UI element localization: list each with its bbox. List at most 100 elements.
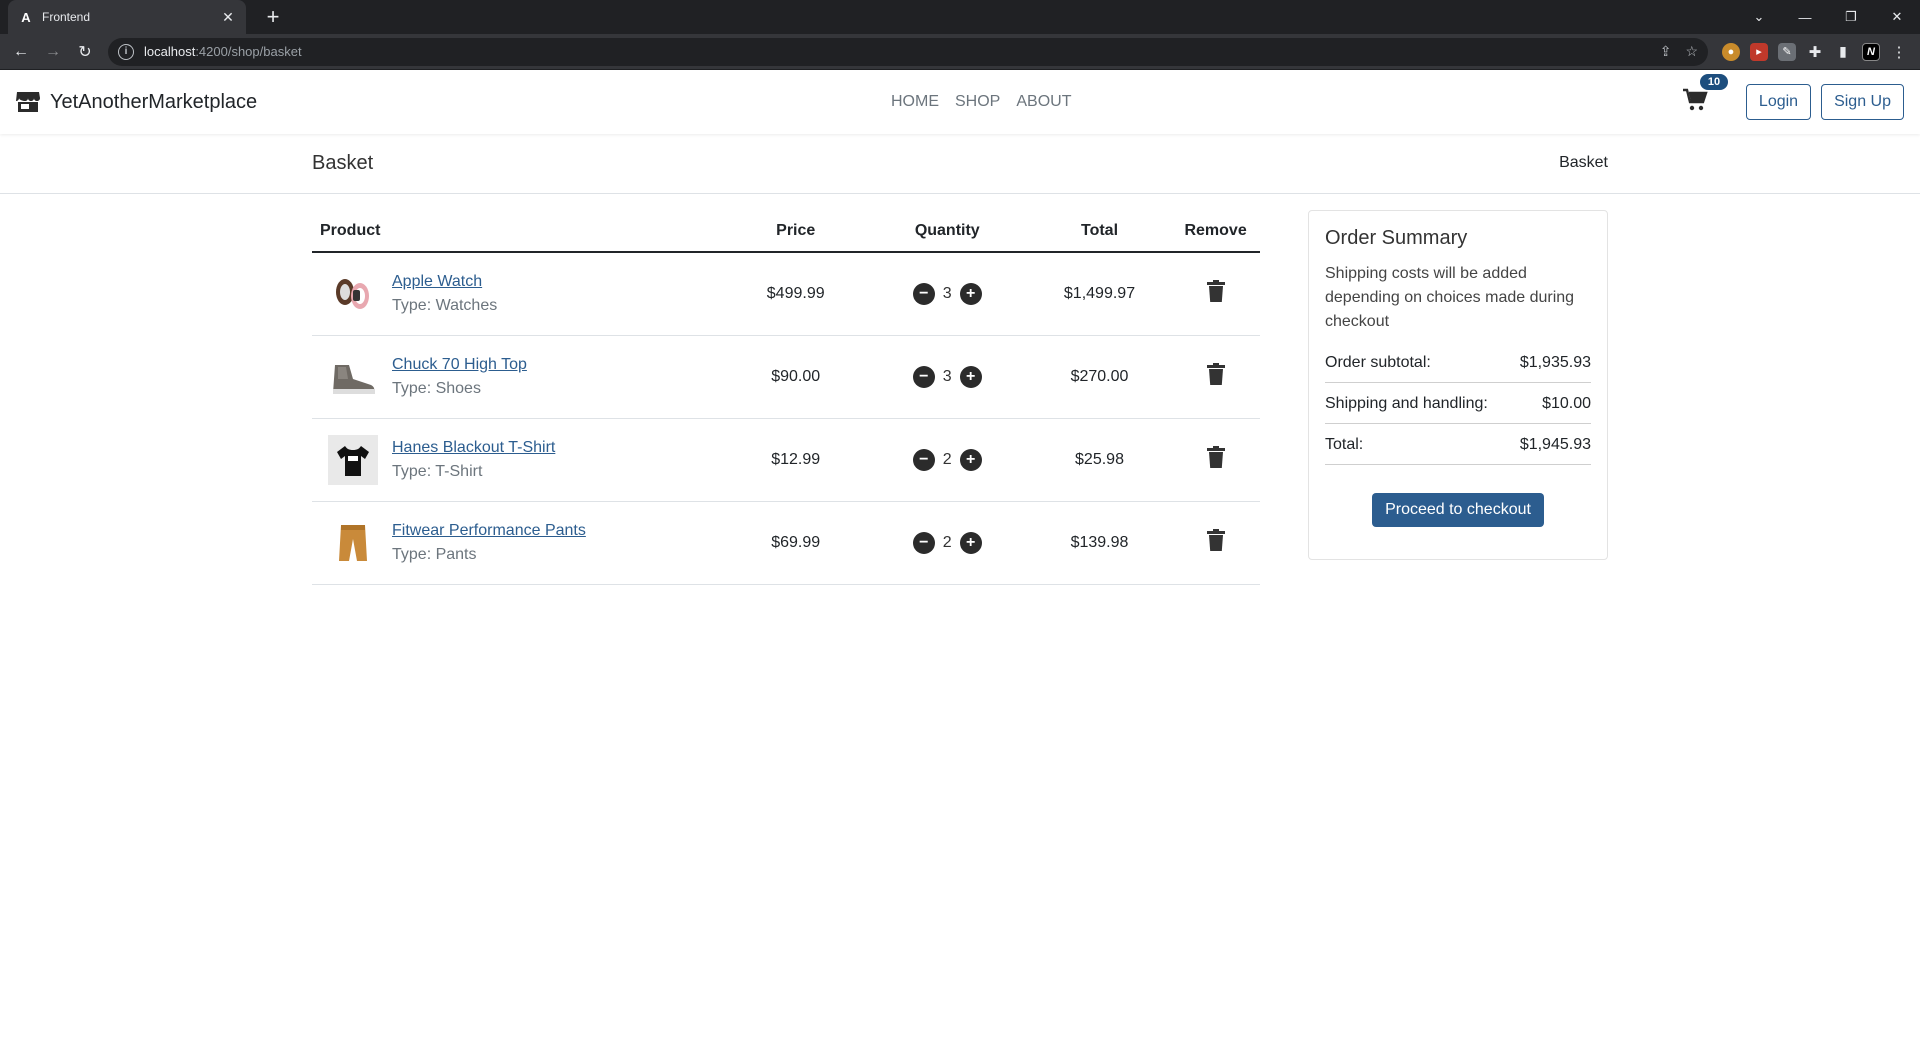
browser-tab[interactable]: A Frontend ✕ — [8, 0, 246, 34]
minimize-button[interactable]: — — [1782, 0, 1828, 34]
nav-shop[interactable]: SHOP — [955, 93, 1000, 111]
total-row: Total: $1,945.93 — [1325, 428, 1591, 465]
trash-icon[interactable] — [1206, 529, 1225, 556]
trash-icon[interactable] — [1206, 363, 1225, 390]
quantity-value: 3 — [942, 367, 952, 385]
back-button[interactable]: ← — [6, 37, 36, 67]
increase-quantity-button[interactable]: + — [959, 365, 982, 388]
store-icon — [16, 92, 40, 112]
browser-toolbar: ← → ↻ i localhost:4200/shop/basket ⇪ ☆ ●… — [0, 34, 1920, 70]
table-row: Fitwear Performance Pants Type: Pants $6… — [312, 501, 1260, 585]
page-header: Basket Basket — [0, 134, 1920, 194]
youtube-extension-icon[interactable]: ▸ — [1750, 42, 1768, 61]
tab-title: Frontend — [42, 10, 91, 24]
decrease-quantity-button[interactable]: − — [912, 365, 935, 388]
product-type: Type: Pants — [392, 545, 477, 563]
brand-link[interactable]: YetAnotherMarketplace — [16, 91, 257, 114]
subtotal-value: $1,935.93 — [1519, 354, 1591, 371]
main-nav: HOME SHOP ABOUT — [891, 70, 1071, 134]
cart-button[interactable]: 10 — [1682, 74, 1729, 116]
side-panel-icon[interactable]: ▮ — [1834, 43, 1852, 61]
close-tab-icon[interactable]: ✕ — [220, 9, 236, 26]
column-header-product: Product — [312, 210, 725, 253]
reload-button[interactable]: ↻ — [70, 37, 100, 67]
tab-search-icon[interactable]: ⌄ — [1736, 0, 1782, 34]
quantity-value: 2 — [942, 450, 952, 468]
extension-icon[interactable]: ✎ — [1778, 42, 1796, 61]
decrease-quantity-button[interactable]: − — [912, 531, 935, 554]
product-link[interactable]: Apple Watch — [392, 273, 497, 291]
signup-button[interactable]: Sign Up — [1821, 84, 1904, 120]
price-cell: $69.99 — [724, 501, 867, 585]
subtotal-row: Order subtotal: $1,935.93 — [1325, 346, 1591, 383]
puzzle-extensions-icon[interactable]: ✚ — [1806, 43, 1824, 61]
increase-quantity-button[interactable]: + — [959, 448, 982, 471]
decrease-quantity-button[interactable]: − — [912, 282, 935, 305]
nav-about[interactable]: ABOUT — [1016, 93, 1071, 111]
breadcrumb[interactable]: Basket — [1559, 154, 1608, 172]
increase-quantity-button[interactable]: + — [959, 531, 982, 554]
shipping-row: Shipping and handling: $10.00 — [1325, 387, 1591, 424]
shipping-value: $10.00 — [1542, 395, 1591, 412]
page-title: Basket — [312, 152, 374, 174]
site-info-icon[interactable]: i — [118, 43, 134, 60]
trash-icon[interactable] — [1206, 446, 1225, 473]
quantity-value: 3 — [942, 284, 952, 302]
total-cell: $1,499.97 — [1027, 252, 1172, 336]
navbar-actions: 10 Login Sign Up — [1682, 74, 1904, 120]
app-navbar: YetAnotherMarketplace HOME SHOP ABOUT 10… — [0, 70, 1920, 134]
cart-icon — [1682, 88, 1708, 111]
column-header-total: Total — [1027, 210, 1172, 253]
increase-quantity-button[interactable]: + — [959, 282, 982, 305]
quantity-stepper: − 3 + — [875, 282, 1020, 305]
proceed-to-checkout-button[interactable]: Proceed to checkout — [1372, 493, 1544, 527]
shoe-image — [328, 352, 378, 402]
url-host: localhost — [144, 44, 196, 59]
forward-button[interactable]: → — [38, 37, 68, 67]
window-controls: ⌄ — ❐ ✕ — [1736, 0, 1920, 34]
n-extension-icon[interactable]: N — [1862, 42, 1880, 61]
cart-count-badge: 10 — [1699, 74, 1729, 90]
product-type: Type: Watches — [392, 296, 498, 314]
total-value: $1,945.93 — [1519, 436, 1591, 453]
table-row: Hanes Blackout T-Shirt Type: T-Shirt $12… — [312, 418, 1260, 502]
close-window-button[interactable]: ✕ — [1874, 0, 1920, 34]
browser-menu-icon[interactable]: ⋮ — [1890, 43, 1908, 61]
brand-name: YetAnotherMarketplace — [50, 90, 258, 113]
quantity-stepper: − 2 + — [875, 531, 1020, 554]
product-link[interactable]: Fitwear Performance Pants — [392, 522, 586, 540]
new-tab-button[interactable]: + — [260, 4, 286, 30]
address-bar[interactable]: i localhost:4200/shop/basket ⇪ ☆ — [108, 37, 1708, 66]
shipping-label: Shipping and handling: — [1325, 395, 1488, 412]
subtotal-label: Order subtotal: — [1325, 354, 1431, 371]
share-icon[interactable]: ⇪ — [1660, 43, 1672, 60]
total-cell: $25.98 — [1027, 418, 1172, 502]
product-type: Type: T-Shirt — [392, 462, 483, 480]
price-cell: $499.99 — [724, 252, 867, 336]
nav-home[interactable]: HOME — [891, 93, 939, 111]
shipping-note: Shipping costs will be added depending o… — [1325, 265, 1575, 330]
restore-button[interactable]: ❐ — [1828, 0, 1874, 34]
browser-tab-bar: A Frontend ✕ + ⌄ — ❐ ✕ — [0, 0, 1920, 34]
column-header-remove: Remove — [1171, 210, 1260, 253]
total-label: Total: — [1325, 436, 1364, 453]
quantity-value: 2 — [942, 533, 952, 551]
url-path: :4200/shop/basket — [195, 44, 302, 59]
tshirt-image — [328, 434, 378, 485]
login-button[interactable]: Login — [1745, 84, 1812, 120]
product-link[interactable]: Chuck 70 High Top — [392, 356, 527, 374]
quantity-stepper: − 3 + — [875, 365, 1020, 388]
column-header-quantity: Quantity — [866, 210, 1028, 253]
decrease-quantity-button[interactable]: − — [912, 448, 935, 471]
cookie-extension-icon[interactable]: ● — [1722, 42, 1740, 61]
table-row: Chuck 70 High Top Type: Shoes $90.00 − 3… — [312, 335, 1260, 419]
bookmark-star-icon[interactable]: ☆ — [1685, 43, 1698, 60]
price-cell: $12.99 — [724, 418, 867, 502]
total-cell: $139.98 — [1027, 501, 1172, 585]
quantity-stepper: − 2 + — [875, 448, 1020, 471]
basket-table: Product Price Quantity Total Remove Appl… — [312, 210, 1260, 585]
column-header-price: Price — [724, 210, 867, 253]
trash-icon[interactable] — [1206, 280, 1225, 307]
angular-icon: A — [21, 9, 31, 25]
product-link[interactable]: Hanes Blackout T-Shirt — [392, 439, 555, 457]
